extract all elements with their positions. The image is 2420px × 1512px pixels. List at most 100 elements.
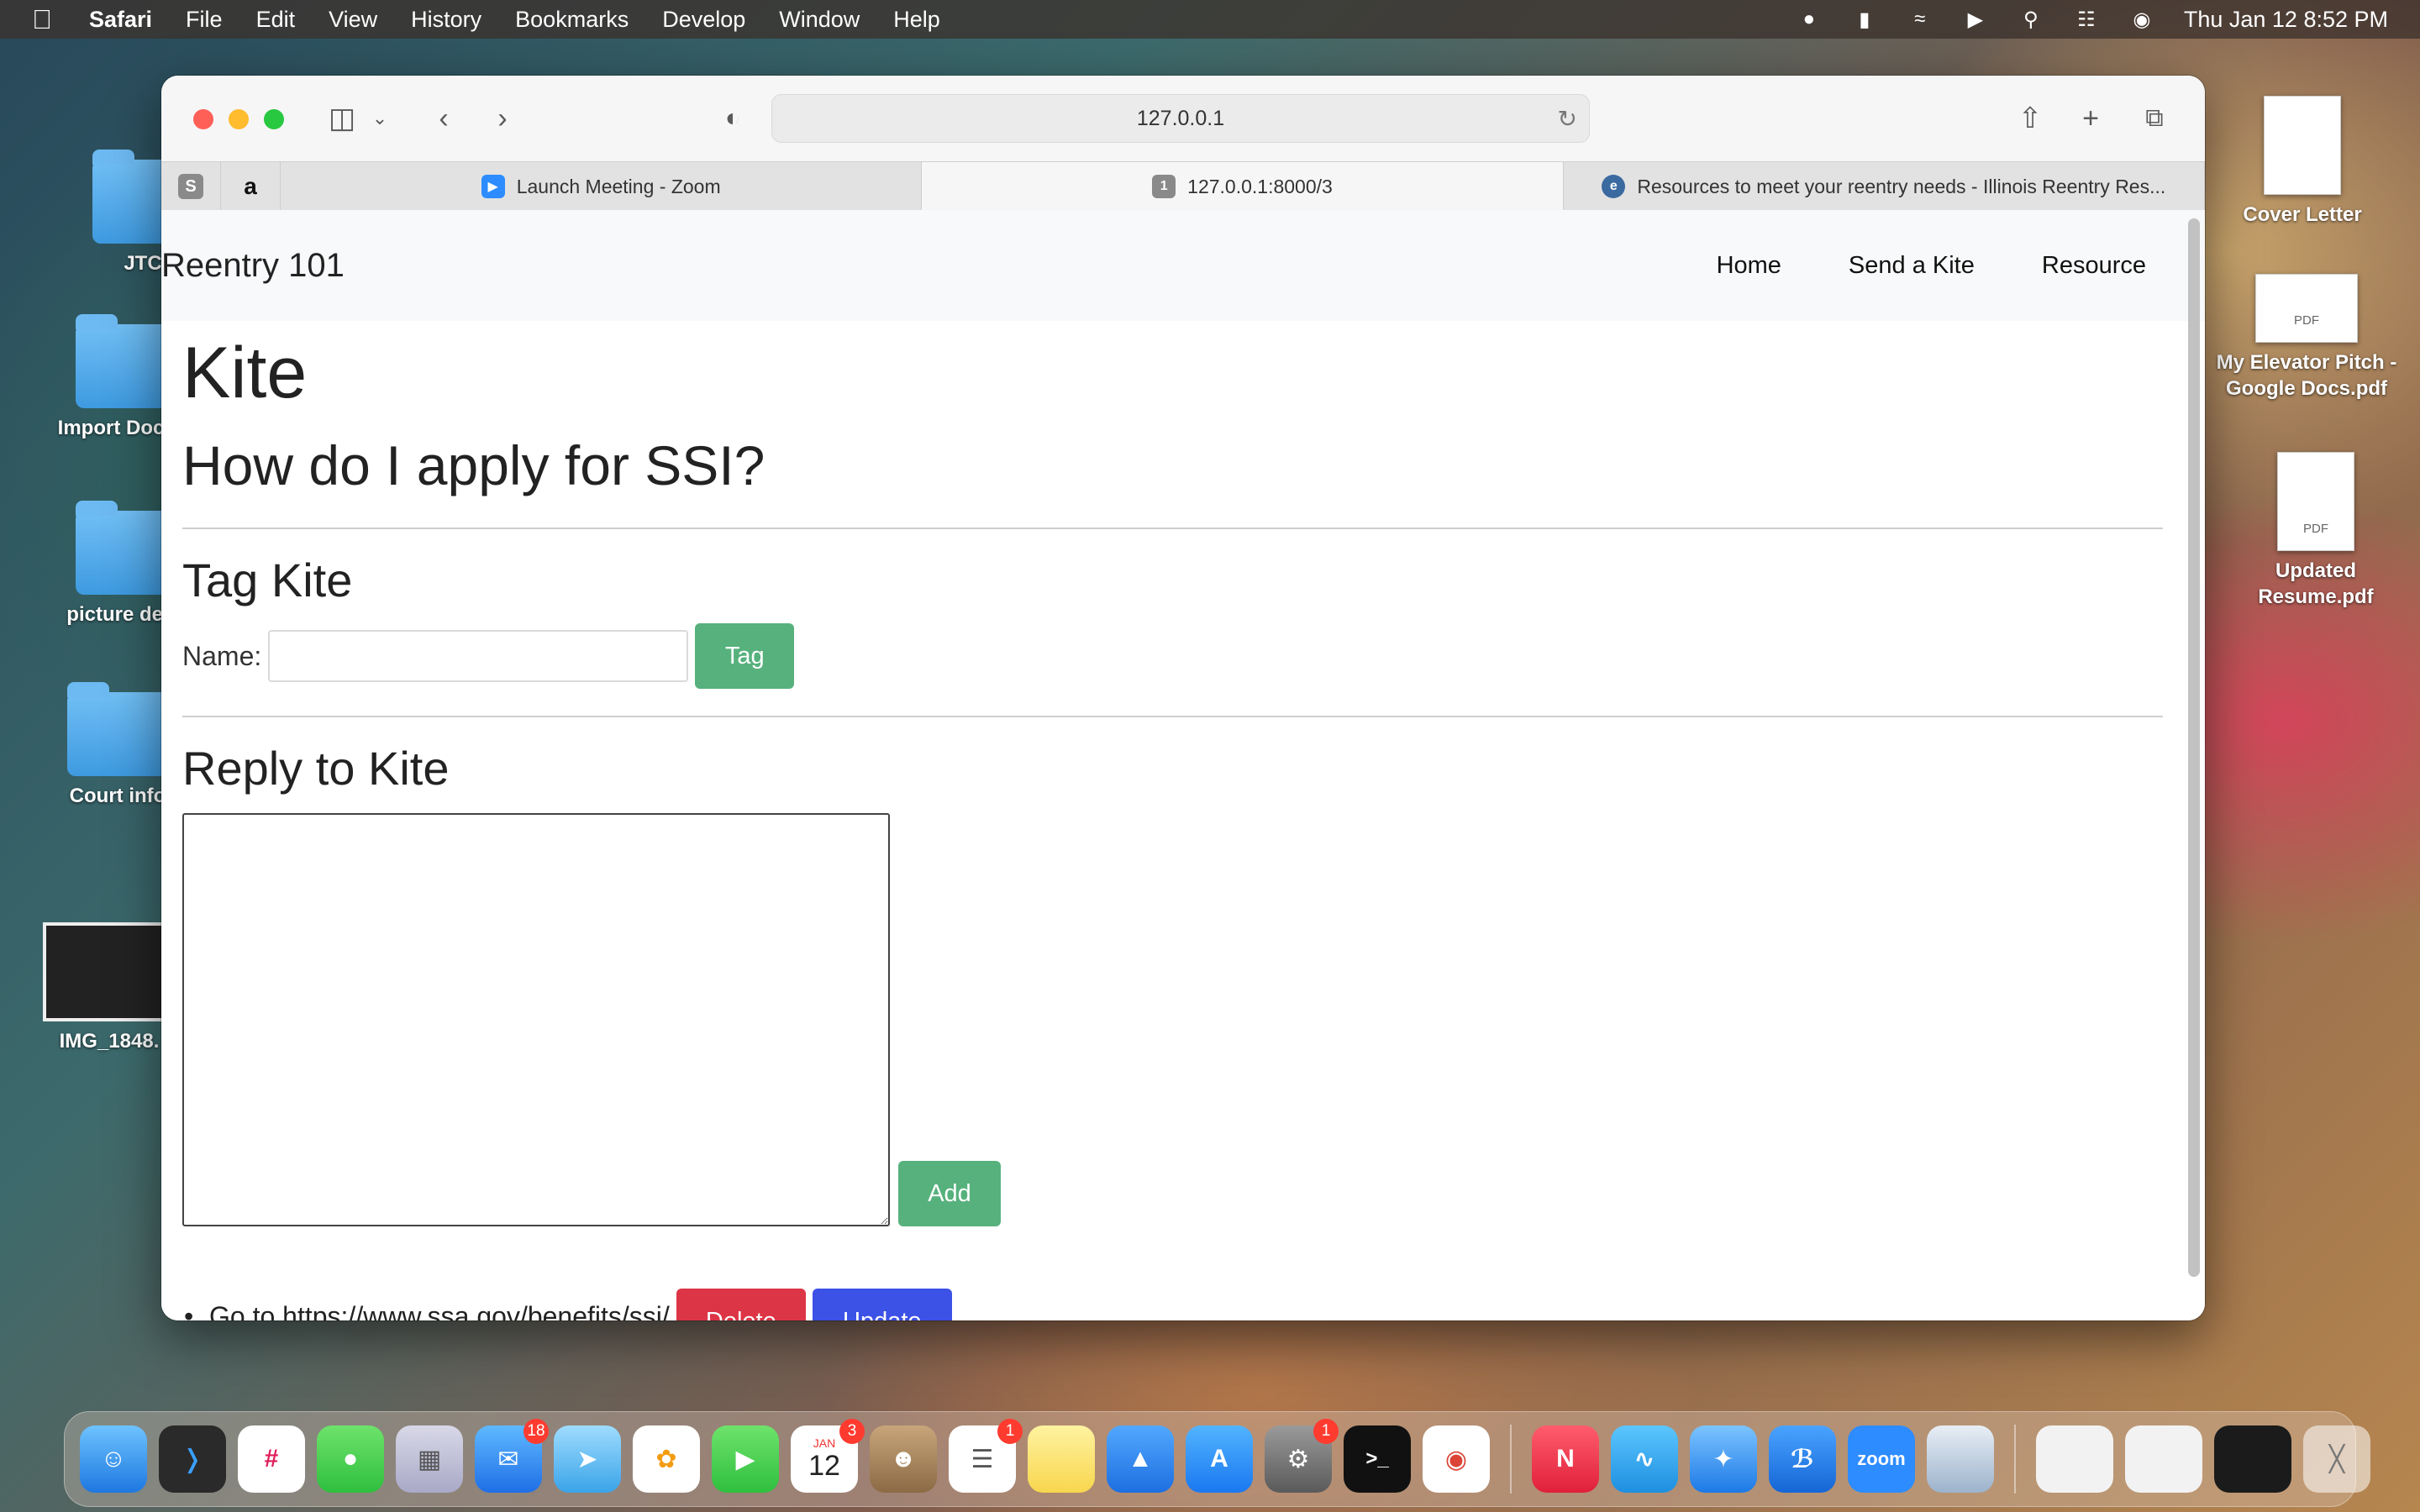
menu-edit[interactable]: Edit bbox=[256, 7, 296, 33]
delete-reply-button[interactable]: Delete bbox=[676, 1289, 806, 1320]
privacy-shield-icon[interactable]: ◐ bbox=[716, 102, 750, 134]
page-content: Kite How do I apply for SSI? Tag Kite Na… bbox=[161, 331, 2205, 1320]
sidebar-toggle-icon[interactable]: ◫ bbox=[323, 102, 361, 134]
nav-resource[interactable]: Resource bbox=[2042, 252, 2146, 280]
reminders-icon[interactable]: ☰ 1 bbox=[949, 1419, 1023, 1493]
web-page: Reentry 101 Home Send a Kite Resource Ki… bbox=[161, 210, 2205, 1320]
menu-file[interactable]: File bbox=[186, 7, 223, 33]
pdf-tag: PDF bbox=[2303, 522, 2328, 536]
mail-badge: 18 bbox=[523, 1419, 549, 1444]
pdf-thumbnail: PDF bbox=[2255, 274, 2358, 343]
reply-list: Go to https://www.ssa.gov/benefits/ssi/ … bbox=[182, 1278, 2163, 1320]
reload-icon[interactable]: ↻ bbox=[1558, 105, 1577, 133]
desktop-icon-label: Updated Resume.pdf bbox=[2258, 559, 2374, 608]
folder-icon bbox=[67, 682, 168, 776]
apple-menu-icon[interactable]:  bbox=[32, 4, 60, 35]
zoom-status-icon[interactable]: ● bbox=[1796, 8, 1823, 30]
reply-form: Add bbox=[182, 813, 2163, 1226]
add-reply-button[interactable]: Add bbox=[898, 1161, 1001, 1226]
document-thumbnail bbox=[2264, 96, 2341, 195]
tab-overview-icon[interactable]: ⧉ bbox=[2138, 102, 2171, 134]
reply-to-kite-heading: Reply to Kite bbox=[182, 742, 450, 795]
menu-app-name[interactable]: Safari bbox=[89, 7, 152, 33]
menu-develop[interactable]: Develop bbox=[662, 7, 745, 33]
desktop-file-elevator-pitch[interactable]: PDF My Elevator Pitch - Google Docs.pdf bbox=[2202, 274, 2412, 402]
tab-label: 127.0.0.1:8000/3 bbox=[1187, 175, 1333, 197]
finder-icon[interactable]: ☺ bbox=[80, 1425, 147, 1493]
keynote-icon[interactable]: ▲ bbox=[1107, 1425, 1174, 1493]
calendar-icon[interactable]: JAN 12 3 bbox=[791, 1419, 865, 1493]
desktop-file-updated-resume[interactable]: PDF Updated Resume.pdf bbox=[2232, 452, 2400, 610]
reminders-badge: 1 bbox=[997, 1419, 1023, 1444]
reply-textarea[interactable] bbox=[182, 813, 890, 1226]
mail-icon[interactable]: ✉ 18 bbox=[475, 1419, 549, 1493]
new-tab-icon[interactable]: + bbox=[2074, 102, 2107, 134]
pinned-tab-amazon[interactable]: a bbox=[221, 162, 281, 211]
news-icon[interactable]: N bbox=[1532, 1425, 1599, 1493]
menu-history[interactable]: History bbox=[411, 7, 481, 33]
address-bar[interactable]: 127.0.0.1 ↻ bbox=[771, 94, 1590, 143]
menu-bookmarks[interactable]: Bookmarks bbox=[515, 7, 629, 33]
share-icon[interactable]: ⇧ bbox=[2013, 102, 2047, 134]
close-window-button[interactable] bbox=[193, 109, 213, 129]
divider bbox=[182, 528, 2163, 529]
facetime-icon[interactable]: ▶ bbox=[712, 1425, 779, 1493]
safari-window: ◫ ⌄ ‹ › ◐ 127.0.0.1 ↻ ⇧ + ⧉ S a ▶ Launch… bbox=[161, 76, 2205, 1320]
slack-icon[interactable]: # bbox=[238, 1425, 305, 1493]
minimize-window-button[interactable] bbox=[229, 109, 249, 129]
wifi-icon[interactable]: ≈ bbox=[1907, 8, 1933, 30]
menu-window[interactable]: Window bbox=[779, 7, 860, 33]
menu-help[interactable]: Help bbox=[893, 7, 940, 33]
tab-zoom-launch[interactable]: ▶ Launch Meeting - Zoom bbox=[281, 162, 923, 211]
siri-icon[interactable]: ◉ bbox=[2128, 8, 2155, 31]
messages-icon[interactable]: ● bbox=[317, 1425, 384, 1493]
recent-terminal-thumbnail-icon[interactable] bbox=[2214, 1425, 2291, 1493]
chrome-icon[interactable]: ◉ bbox=[1423, 1425, 1490, 1493]
bluetooth-icon[interactable]: ℬ bbox=[1769, 1425, 1836, 1493]
control-center-icon[interactable]: ☷ bbox=[2073, 8, 2100, 31]
photos-icon[interactable]: ✿ bbox=[633, 1425, 700, 1493]
nav-send-a-kite[interactable]: Send a Kite bbox=[1849, 252, 1975, 280]
site-brand[interactable]: Reentry 101 bbox=[161, 247, 345, 285]
launchpad-icon[interactable]: ▦ bbox=[396, 1425, 463, 1493]
ejp-favicon-icon: e bbox=[1602, 175, 1626, 198]
notes-icon[interactable] bbox=[1028, 1425, 1095, 1493]
chevron-down-icon[interactable]: ⌄ bbox=[370, 102, 390, 134]
safari-icon[interactable]: ✦ bbox=[1690, 1425, 1757, 1493]
trash-icon[interactable]: ╳ bbox=[2303, 1425, 2370, 1493]
tab-label: Launch Meeting - Zoom bbox=[516, 175, 721, 197]
contacts-icon[interactable]: ☻ bbox=[870, 1425, 937, 1493]
vscode-icon[interactable]: ❭ bbox=[159, 1425, 226, 1493]
spotlight-search-icon[interactable]: ⚲ bbox=[2018, 8, 2044, 31]
app-store-icon[interactable]: A bbox=[1186, 1425, 1253, 1493]
terminal-icon[interactable]: >_ bbox=[1344, 1425, 1411, 1493]
dock-separator bbox=[2014, 1425, 2016, 1494]
reply-text: Go to https://www.ssa.gov/benefits/ssi/ bbox=[209, 1300, 670, 1321]
update-reply-button[interactable]: Update bbox=[812, 1289, 952, 1320]
back-button[interactable]: ‹ bbox=[427, 102, 460, 134]
preview-icon[interactable] bbox=[1927, 1425, 1994, 1493]
forward-button[interactable]: › bbox=[486, 102, 519, 134]
fullscreen-window-button[interactable] bbox=[264, 109, 284, 129]
menu-bar:  Safari File Edit View History Bookmark… bbox=[0, 0, 2420, 39]
tab-kite-page[interactable]: 1 127.0.0.1:8000/3 bbox=[922, 162, 1564, 211]
tab-illinois-reentry[interactable]: e Resources to meet your reentry needs -… bbox=[1564, 162, 2205, 211]
system-settings-icon[interactable]: ⚙ 1 bbox=[1265, 1419, 1339, 1493]
menu-view[interactable]: View bbox=[329, 7, 377, 33]
maps-icon[interactable]: ➤ bbox=[554, 1425, 621, 1493]
play-icon[interactable]: ▶ bbox=[1962, 8, 1989, 31]
activity-monitor-icon[interactable]: ∿ bbox=[1611, 1425, 1678, 1493]
menu-clock[interactable]: Thu Jan 12 8:52 PM bbox=[2184, 7, 2388, 33]
zoom-app-icon[interactable]: zoom bbox=[1848, 1425, 1915, 1493]
recent-window-thumbnail-icon[interactable] bbox=[2036, 1425, 2113, 1493]
recent-document-thumbnail-icon[interactable] bbox=[2125, 1425, 2202, 1493]
address-bar-url: 127.0.0.1 bbox=[1136, 106, 1225, 130]
tag-button[interactable]: Tag bbox=[695, 623, 795, 689]
s-favicon-icon: S bbox=[178, 174, 203, 199]
desktop-file-cover-letter[interactable]: Cover Letter bbox=[2218, 96, 2386, 228]
page-scrollbar[interactable] bbox=[2188, 218, 2200, 1277]
name-input[interactable] bbox=[268, 630, 689, 682]
pinned-tab-s[interactable]: S bbox=[161, 162, 221, 211]
nav-home[interactable]: Home bbox=[1717, 252, 1781, 280]
battery-icon[interactable]: ▮ bbox=[1851, 8, 1878, 31]
